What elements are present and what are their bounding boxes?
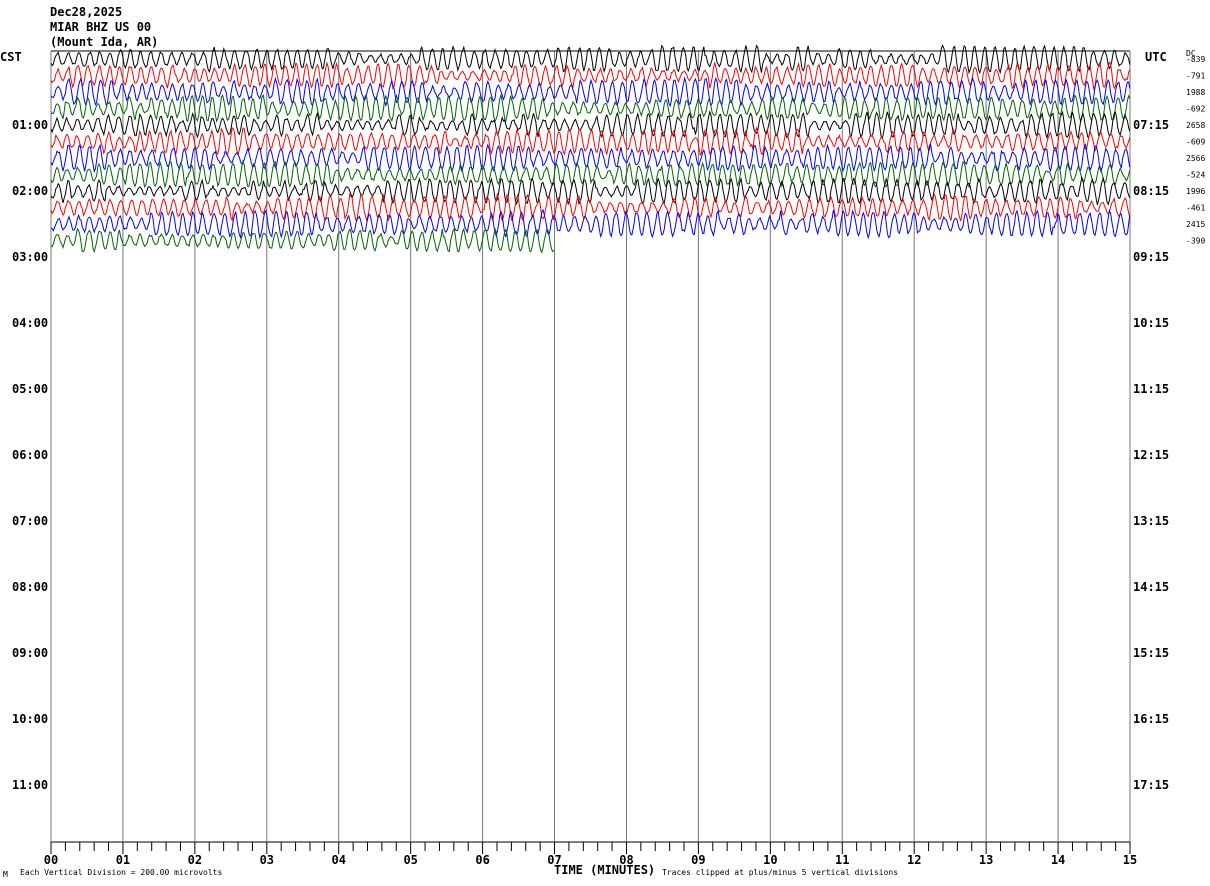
x-tick-label: 15 — [1123, 853, 1137, 867]
dc-offset-label: -692 — [1186, 105, 1205, 114]
left-hour-label: 09:00 — [12, 646, 48, 660]
left-hour-label: 03:00 — [12, 250, 48, 264]
x-tick-label: 02 — [188, 853, 202, 867]
left-hour-label: 08:00 — [12, 580, 48, 594]
x-tick-label: 14 — [1051, 853, 1065, 867]
dc-offset-label: 2415 — [1186, 220, 1205, 229]
right-timezone: UTC — [1145, 50, 1167, 64]
x-tick-label: 10 — [763, 853, 777, 867]
dc-offset-label: 1988 — [1186, 88, 1205, 97]
left-hour-label: 04:00 — [12, 316, 48, 330]
x-axis-title: TIME (MINUTES) — [554, 863, 655, 877]
left-hour-label: 07:00 — [12, 514, 48, 528]
helicorder-plot: Dec28,2025 MIAR BHZ US 00 (Mount Ida, AR… — [0, 5, 1205, 879]
right-hour-label: 08:15 — [1133, 184, 1169, 198]
seismic-trace — [50, 93, 1131, 124]
right-hour-label: 09:15 — [1133, 250, 1169, 264]
right-hour-label: 12:15 — [1133, 448, 1169, 462]
dc-offset-label: -461 — [1186, 204, 1205, 213]
x-tick-label: 03 — [260, 853, 274, 867]
x-tick-label: 00 — [44, 853, 58, 867]
dc-offset-label: -839 — [1186, 55, 1205, 64]
seismic-trace — [50, 227, 555, 254]
x-tick-label: 01 — [116, 853, 130, 867]
right-hour-label: 11:15 — [1133, 382, 1169, 396]
traces — [50, 44, 1131, 254]
right-hour-label: 13:15 — [1133, 514, 1169, 528]
left-hour-label: 01:00 — [12, 118, 48, 132]
date-label: Dec28,2025 — [50, 5, 122, 19]
dc-offset-label: -609 — [1186, 138, 1205, 147]
left-hour-label: 11:00 — [12, 778, 48, 792]
clip-note: Traces clipped at plus/minus 5 vertical … — [662, 868, 898, 877]
dc-offset-label: -390 — [1186, 237, 1205, 246]
left-hour-label: 10:00 — [12, 712, 48, 726]
seismic-trace — [50, 208, 1131, 240]
x-tick-label: 11 — [835, 853, 849, 867]
dc-offset-label: 2566 — [1186, 154, 1205, 163]
station-label: MIAR BHZ US 00 — [50, 20, 151, 34]
x-tick-label: 09 — [691, 853, 705, 867]
grid — [50, 50, 1131, 854]
left-timezone: CST — [0, 50, 22, 64]
x-tick-label: 05 — [403, 853, 417, 867]
seismic-trace — [50, 159, 1131, 189]
right-hour-label: 14:15 — [1133, 580, 1169, 594]
right-hour-label: 15:15 — [1133, 646, 1169, 660]
x-tick-label: 04 — [332, 853, 346, 867]
logo-mark: M — [3, 870, 8, 879]
seismic-trace — [50, 143, 1131, 174]
right-hour-label: 17:15 — [1133, 778, 1169, 792]
dc-offset-label: 2658 — [1186, 121, 1205, 130]
right-hour-label: 10:15 — [1133, 316, 1169, 330]
x-tick-label: 06 — [475, 853, 489, 867]
dc-offset-label: -524 — [1186, 171, 1205, 180]
left-hour-label: 02:00 — [12, 184, 48, 198]
location-label: (Mount Ida, AR) — [50, 35, 158, 49]
left-hour-label: 06:00 — [12, 448, 48, 462]
scale-note: Each Vertical Division = 200.00 microvol… — [20, 868, 222, 877]
dc-offset-label: 1996 — [1186, 187, 1205, 196]
right-hour-label: 16:15 — [1133, 712, 1169, 726]
x-tick-label: 13 — [979, 853, 993, 867]
right-hour-label: 07:15 — [1133, 118, 1169, 132]
left-hour-label: 05:00 — [12, 382, 48, 396]
x-tick-label: 12 — [907, 853, 921, 867]
axis-labels: 00 01 02 03 04 05 06 07 08 09 10 11 12 13 14 1501:0002:… — [12, 55, 1205, 867]
seismic-trace — [50, 44, 1131, 75]
dc-offset-label: -791 — [1186, 72, 1205, 81]
